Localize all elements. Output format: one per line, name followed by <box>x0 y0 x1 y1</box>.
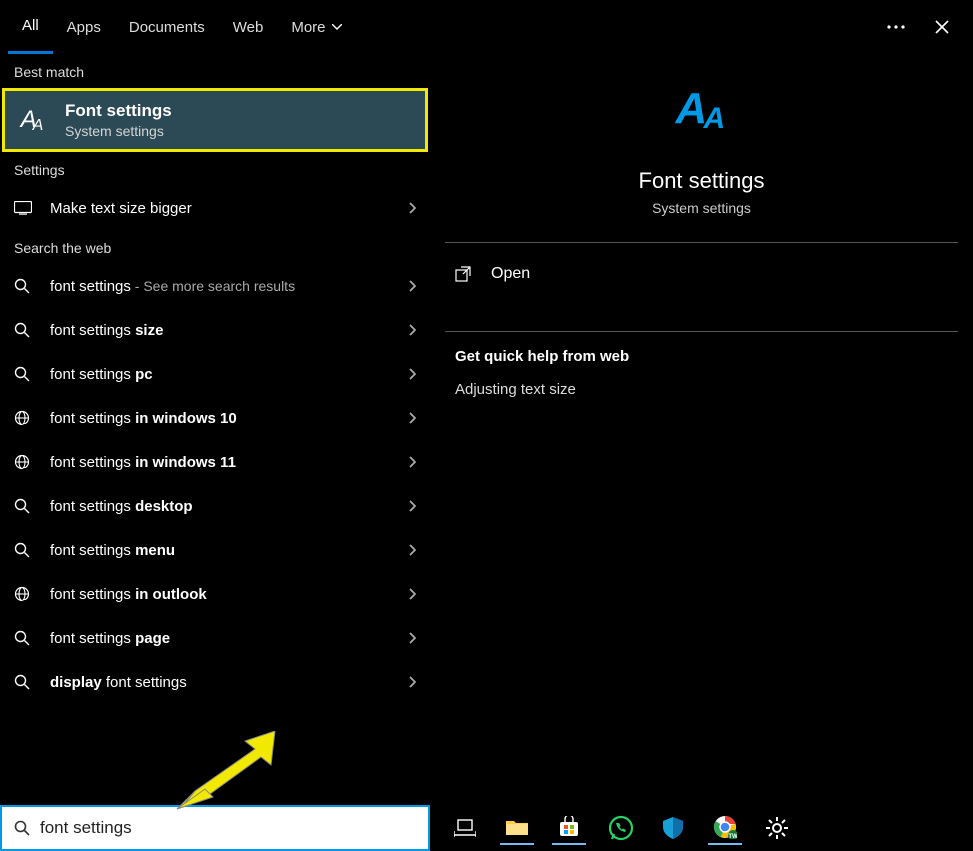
preview-panel: A A Font settings System settings Open G… <box>430 54 973 805</box>
web-result-label: font settings in windows 11 <box>50 454 395 471</box>
font-settings-icon-large: A A <box>672 84 732 150</box>
web-result-label: font settings page <box>50 630 395 647</box>
settings-result-label: Make text size bigger <box>50 200 395 217</box>
shield-app-icon[interactable] <box>656 811 690 845</box>
chevron-right-icon <box>409 676 416 688</box>
web-result[interactable]: font settings in windows 11 <box>0 440 430 484</box>
search-icon <box>14 366 36 382</box>
close-button[interactable] <box>919 4 965 50</box>
chevron-right-icon <box>409 456 416 468</box>
chevron-right-icon <box>409 202 416 214</box>
chevron-right-icon <box>409 368 416 380</box>
web-result[interactable]: display font settings <box>0 660 430 704</box>
taskbar: TW <box>430 805 973 851</box>
chevron-right-icon <box>409 588 416 600</box>
file-explorer-icon[interactable] <box>500 811 534 845</box>
chevron-right-icon <box>409 632 416 644</box>
web-result[interactable]: font settings in outlook <box>0 572 430 616</box>
web-result[interactable]: font settings pc <box>0 352 430 396</box>
search-input[interactable] <box>40 818 416 838</box>
chevron-down-icon <box>332 24 342 30</box>
search-box[interactable] <box>0 805 430 851</box>
web-result-label: font settings pc <box>50 366 395 383</box>
search-icon <box>14 820 30 836</box>
web-result-label: font settings in windows 10 <box>50 410 395 427</box>
web-result-label: font settings in outlook <box>50 586 395 603</box>
tab-more[interactable]: More <box>277 0 355 54</box>
search-icon <box>14 542 36 558</box>
chevron-right-icon <box>409 280 416 292</box>
web-result-label: font settings size <box>50 322 395 339</box>
tab-apps[interactable]: Apps <box>53 0 115 54</box>
web-result[interactable]: font settings - See more search results <box>0 264 430 308</box>
settings-result[interactable]: Make text size bigger <box>0 186 430 230</box>
search-icon <box>14 498 36 514</box>
web-result-label: font settings desktop <box>50 498 395 515</box>
open-action[interactable]: Open <box>445 243 958 305</box>
section-settings: Settings <box>0 152 430 186</box>
preview-title: Font settings <box>445 168 958 194</box>
web-result[interactable]: font settings in windows 10 <box>0 396 430 440</box>
font-settings-icon: AA <box>17 106 51 134</box>
settings-icon[interactable] <box>760 811 794 845</box>
web-result[interactable]: font settings size <box>0 308 430 352</box>
whatsapp-icon[interactable] <box>604 811 638 845</box>
help-link[interactable]: Adjusting text size <box>445 373 958 406</box>
tab-documents[interactable]: Documents <box>115 0 219 54</box>
best-match-subtitle: System settings <box>65 123 172 139</box>
more-options-button[interactable] <box>873 4 919 50</box>
svg-text:TW: TW <box>728 834 737 839</box>
tab-all[interactable]: All <box>8 0 53 54</box>
search-icon <box>14 630 36 646</box>
preview-subtitle: System settings <box>445 200 958 216</box>
chevron-right-icon <box>409 500 416 512</box>
chevron-right-icon <box>409 324 416 336</box>
globe-search-icon <box>14 410 36 426</box>
search-filter-tabs: All Apps Documents Web More <box>0 0 973 54</box>
search-results-panel: Best match AA Font settings System setti… <box>0 54 430 805</box>
best-match-title: Font settings <box>65 101 172 121</box>
section-best-match: Best match <box>0 54 430 88</box>
task-view-icon[interactable] <box>448 811 482 845</box>
quick-help-heading: Get quick help from web <box>445 332 958 373</box>
web-result[interactable]: font settings page <box>0 616 430 660</box>
section-search-web: Search the web <box>0 230 430 264</box>
open-label: Open <box>491 265 530 283</box>
search-icon <box>14 674 36 690</box>
web-result-label: display font settings <box>50 674 395 691</box>
chrome-icon[interactable]: TW <box>708 811 742 845</box>
web-result[interactable]: font settings desktop <box>0 484 430 528</box>
web-result-label: font settings menu <box>50 542 395 559</box>
best-match-result[interactable]: AA Font settings System settings <box>2 88 428 152</box>
search-icon <box>14 278 36 294</box>
globe-search-icon <box>14 586 36 602</box>
search-icon <box>14 322 36 338</box>
monitor-icon <box>14 201 36 215</box>
chevron-right-icon <box>409 412 416 424</box>
microsoft-store-icon[interactable] <box>552 811 586 845</box>
web-result-label: font settings - See more search results <box>50 278 395 295</box>
chevron-right-icon <box>409 544 416 556</box>
tab-web[interactable]: Web <box>219 0 278 54</box>
tab-more-label: More <box>291 19 325 36</box>
web-result[interactable]: font settings menu <box>0 528 430 572</box>
open-icon <box>455 266 473 282</box>
globe-search-icon <box>14 454 36 470</box>
